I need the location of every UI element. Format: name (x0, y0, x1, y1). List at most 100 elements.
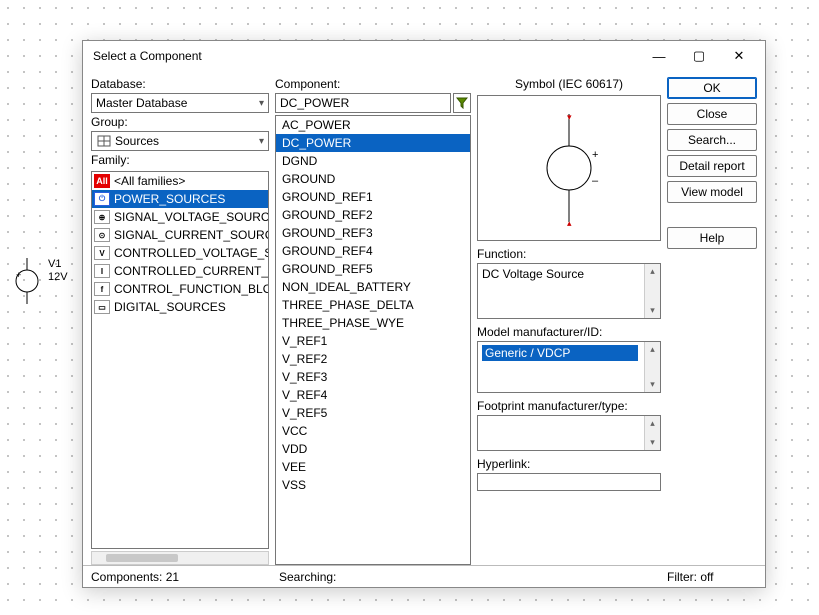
component-item[interactable]: VSS (276, 476, 470, 494)
family-item-icon: ⊕ (94, 210, 110, 224)
component-item[interactable]: V_REF1 (276, 332, 470, 350)
family-hscrollbar[interactable] (91, 551, 269, 565)
status-bar: Components: 21 Searching: Filter: off (83, 565, 765, 587)
minus-icon: – (592, 175, 599, 187)
close-button[interactable]: Close (667, 103, 757, 125)
function-text: DC Voltage Source (482, 267, 584, 281)
close-window-button[interactable]: ✕ (719, 43, 759, 69)
minimize-button[interactable]: — (639, 43, 679, 69)
family-item[interactable]: V CONTROLLED_VOLTAGE_SOURCES (92, 244, 268, 262)
component-item[interactable]: GROUND_REF3 (276, 224, 470, 242)
function-scrollbar[interactable]: ▴▾ (644, 264, 660, 318)
family-item[interactable]: ⏻ POWER_SOURCES (92, 190, 268, 208)
status-filter-label: Filter: (667, 570, 697, 584)
component-item[interactable]: GROUND_REF5 (276, 260, 470, 278)
model-mfr-item[interactable]: Generic / VDCP (482, 345, 638, 361)
model-mfr-scrollbar[interactable]: ▴▾ (644, 342, 660, 392)
component-item[interactable]: VEE (276, 458, 470, 476)
component-input-value: DC_POWER (280, 96, 349, 110)
family-item-icon: V (94, 246, 110, 260)
component-item[interactable]: DGND (276, 152, 470, 170)
component-item[interactable]: VDD (276, 440, 470, 458)
component-item[interactable]: V_REF4 (276, 386, 470, 404)
svg-text:+: + (16, 270, 21, 280)
family-item[interactable]: I CONTROLLED_CURRENT_SOURCES (92, 262, 268, 280)
model-mfr-label: Model manufacturer/ID: (477, 325, 661, 339)
database-label: Database: (91, 77, 269, 91)
component-item[interactable]: GROUND (276, 170, 470, 188)
database-value: Master Database (96, 96, 259, 110)
family-item-label: CONTROL_FUNCTION_BLOCKS (114, 282, 269, 296)
svg-text:▾: ▾ (567, 112, 572, 122)
family-item[interactable]: All <All families> (92, 172, 268, 190)
family-item-icon: ⏻ (94, 192, 110, 206)
family-item-icon: All (94, 174, 110, 188)
component-label: Component: (275, 77, 471, 91)
component-item[interactable]: V_REF2 (276, 350, 470, 368)
view-model-button[interactable]: View model (667, 181, 757, 203)
hyperlink-box[interactable] (477, 473, 661, 491)
status-searching-label: Searching: (279, 570, 336, 584)
placed-ref: V1 (48, 258, 61, 270)
family-item-icon: ⊙ (94, 228, 110, 242)
function-label: Function: (477, 247, 661, 261)
footprint-scrollbar[interactable]: ▴▾ (644, 416, 660, 450)
component-input[interactable]: DC_POWER (275, 93, 451, 113)
database-select[interactable]: Master Database ▾ (91, 93, 269, 113)
footprint-label: Footprint manufacturer/type: (477, 399, 661, 413)
search-button[interactable]: Search... (667, 129, 757, 151)
family-item-label: POWER_SOURCES (114, 192, 225, 206)
status-components-count: 21 (166, 570, 179, 584)
model-mfr-box[interactable]: Generic / VDCP ▴▾ (477, 341, 661, 393)
component-item[interactable]: GROUND_REF4 (276, 242, 470, 260)
family-item[interactable]: ⊙ SIGNAL_CURRENT_SOURCES (92, 226, 268, 244)
detail-report-button[interactable]: Detail report (667, 155, 757, 177)
component-item[interactable]: V_REF5 (276, 404, 470, 422)
component-item[interactable]: AC_POWER (276, 116, 470, 134)
component-item[interactable]: VCC (276, 422, 470, 440)
family-item-label: <All families> (114, 174, 185, 188)
family-item[interactable]: ⊕ SIGNAL_VOLTAGE_SOURCES (92, 208, 268, 226)
family-item-label: CONTROLLED_VOLTAGE_SOURCES (114, 246, 269, 260)
chevron-down-icon: ▾ (259, 136, 264, 147)
ok-button[interactable]: OK (667, 77, 757, 99)
placed-val: 12V (48, 271, 68, 283)
select-component-dialog: Select a Component — ▢ ✕ Database: Maste… (82, 40, 766, 588)
group-select[interactable]: Sources ▾ (91, 131, 269, 151)
component-item[interactable]: THREE_PHASE_DELTA (276, 296, 470, 314)
svg-text:▴: ▴ (567, 218, 572, 228)
family-item[interactable]: fCONTROL_FUNCTION_BLOCKS (92, 280, 268, 298)
family-item-label: DIGITAL_SOURCES (114, 300, 226, 314)
family-item-label: SIGNAL_VOLTAGE_SOURCES (114, 210, 269, 224)
family-label: Family: (91, 153, 269, 167)
filter-icon-button[interactable] (453, 93, 471, 113)
family-item[interactable]: ▭ DIGITAL_SOURCES (92, 298, 268, 316)
component-item[interactable]: GROUND_REF2 (276, 206, 470, 224)
group-label: Group: (91, 115, 269, 129)
family-list[interactable]: All <All families> ⏻ POWER_SOURCES ⊕ SIGNAL_V… (91, 171, 269, 549)
chevron-down-icon: ▾ (259, 98, 264, 109)
component-list[interactable]: AC_POWERDC_POWERDGNDGROUNDGROUND_REF1GRO… (275, 115, 471, 565)
symbol-preview: ▾ + – ▴ (477, 95, 661, 241)
group-icon (96, 134, 112, 148)
symbol-caption: Symbol (IEC 60617) (477, 77, 661, 91)
footprint-box[interactable]: ▴▾ (477, 415, 661, 451)
status-filter-value: off (700, 570, 713, 584)
family-item-icon: I (94, 264, 110, 278)
component-item[interactable]: V_REF3 (276, 368, 470, 386)
family-item-icon: ▭ (94, 300, 110, 314)
maximize-button[interactable]: ▢ (679, 43, 719, 69)
family-item-label: SIGNAL_CURRENT_SOURCES (114, 228, 269, 242)
component-item[interactable]: DC_POWER (276, 134, 470, 152)
component-item[interactable]: GROUND_REF1 (276, 188, 470, 206)
component-item[interactable]: NON_IDEAL_BATTERY (276, 278, 470, 296)
group-value: Sources (115, 134, 259, 148)
component-item[interactable]: THREE_PHASE_WYE (276, 314, 470, 332)
plus-icon: + (592, 149, 598, 161)
function-box: DC Voltage Source ▴▾ (477, 263, 661, 319)
placed-dc-source[interactable]: + V1 12V (10, 258, 44, 304)
hyperlink-label: Hyperlink: (477, 457, 661, 471)
status-components-label: Components: (91, 570, 162, 584)
family-item-label: CONTROLLED_CURRENT_SOURCES (114, 264, 269, 278)
help-button[interactable]: Help (667, 227, 757, 249)
